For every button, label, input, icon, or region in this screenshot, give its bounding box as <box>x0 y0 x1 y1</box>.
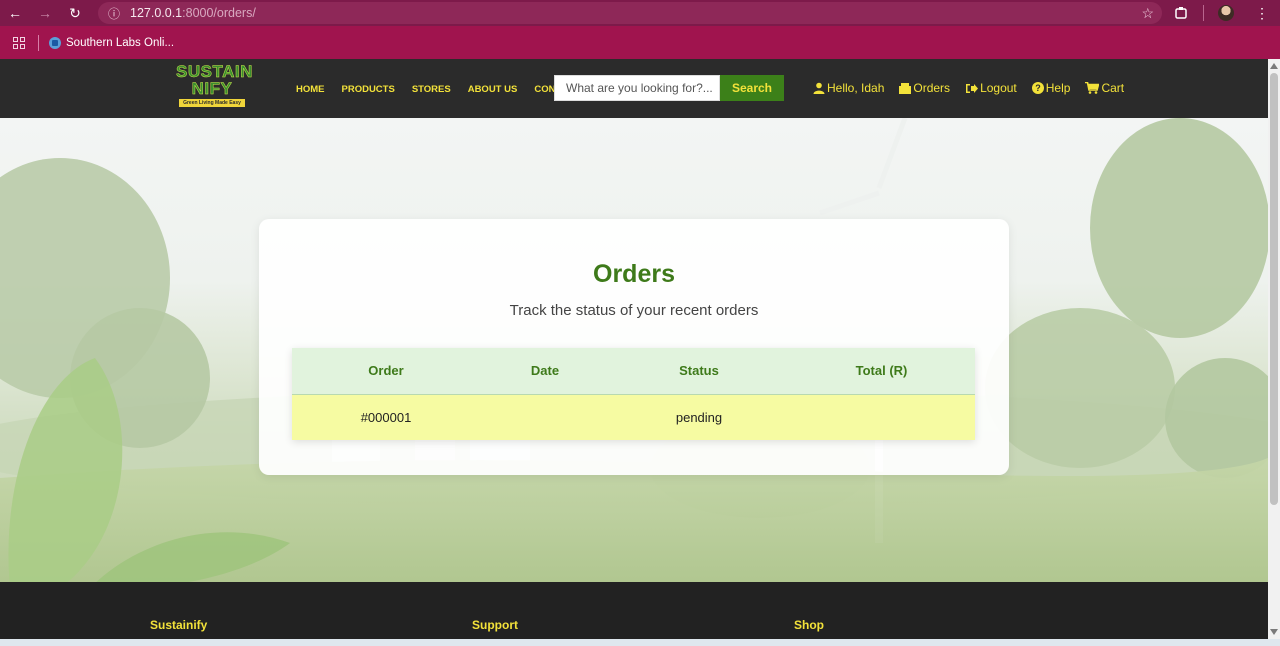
orders-link[interactable]: Orders <box>899 81 950 95</box>
order-status-cell: pending <box>610 394 788 440</box>
user-greeting[interactable]: Hello, Idah <box>813 81 884 95</box>
orders-link-label: Orders <box>913 81 951 95</box>
column-header-date: Date <box>480 348 610 395</box>
hero-background: Orders Track the status of your recent o… <box>0 118 1268 582</box>
apps-icon[interactable] <box>0 36 38 49</box>
address-url: 127.0.0.1:8000/orders/ <box>130 6 256 20</box>
footer-heading-support: Support <box>472 618 518 632</box>
cart-link-label: Cart <box>1101 81 1125 95</box>
user-icon <box>813 82 825 94</box>
logo-text-bottom: NIFY <box>191 79 233 98</box>
table-header-row: Order Date Status Total (R) <box>292 348 975 395</box>
column-header-total: Total (R) <box>788 348 975 395</box>
browser-menu-icon[interactable]: ⋮ <box>1244 5 1280 22</box>
logo-tagline: Green Living Made Easy <box>179 99 245 107</box>
page-scrollbar[interactable] <box>1268 59 1280 639</box>
svg-text:?: ? <box>1035 83 1041 93</box>
order-date-cell <box>480 394 610 440</box>
logout-icon <box>966 83 979 93</box>
profile-avatar[interactable] <box>1208 5 1244 21</box>
browser-toolbar: ← → ↻ ⓘ 127.0.0.1:8000/orders/ ☆ ⋮ <box>0 0 1280 26</box>
footer-heading-shop: Shop <box>794 618 824 632</box>
column-header-status: Status <box>610 348 788 395</box>
toolbar-divider <box>1203 5 1204 21</box>
cart-link[interactable]: Cart <box>1085 81 1124 95</box>
help-link[interactable]: ? Help <box>1031 81 1071 95</box>
nav-about-us[interactable]: ABOUT US <box>468 84 518 95</box>
reload-icon[interactable]: ↻ <box>60 0 90 26</box>
orders-card: Orders Track the status of your recent o… <box>259 219 1009 475</box>
forward-icon[interactable]: → <box>30 0 60 26</box>
back-icon[interactable]: ← <box>0 0 30 26</box>
orders-table: Order Date Status Total (R) #000001 pend… <box>292 348 975 440</box>
bookmarks-bar: Southern Labs Onli... <box>0 26 1280 59</box>
order-number-cell[interactable]: #000001 <box>292 394 480 440</box>
page-subtitle: Track the status of your recent orders <box>509 302 759 319</box>
user-links: Hello, Idah Orders Logout ? Help Cart <box>813 81 1139 95</box>
scroll-down-icon[interactable] <box>1270 629 1278 635</box>
page-viewport: Orders Track the status of your recent o… <box>0 59 1268 639</box>
site-info-icon[interactable]: ⓘ <box>108 5 130 22</box>
scroll-up-icon[interactable] <box>1270 63 1278 69</box>
address-bar[interactable]: ⓘ 127.0.0.1:8000/orders/ ☆ <box>98 2 1162 24</box>
bookmark-label: Southern Labs Onli... <box>66 36 175 49</box>
site-header: SUSTAIN NIFY Green Living Made Easy HOME… <box>0 59 1268 118</box>
logout-link-label: Logout <box>980 81 1017 95</box>
bookmark-star-icon[interactable]: ☆ <box>1141 5 1154 22</box>
help-link-label: Help <box>1045 81 1071 95</box>
order-total-cell <box>788 394 975 440</box>
search-input[interactable] <box>554 75 720 101</box>
greeting-label: Hello, Idah <box>827 81 885 95</box>
logout-link[interactable]: Logout <box>965 81 1017 95</box>
extensions-icon[interactable] <box>1163 6 1199 20</box>
cart-icon <box>1085 82 1100 94</box>
bookmark-favicon-icon <box>49 36 61 49</box>
nav-products[interactable]: PRODUCTS <box>342 84 395 95</box>
search-button[interactable]: Search <box>720 75 784 101</box>
site-footer: Sustainify Support Shop <box>0 582 1268 639</box>
bookmarks-divider <box>38 34 39 51</box>
main-nav: HOME PRODUCTS STORES ABOUT US CONTACT <box>296 84 597 95</box>
box-icon <box>899 82 912 94</box>
nav-stores[interactable]: STORES <box>412 84 451 95</box>
nav-home[interactable]: HOME <box>296 84 325 95</box>
logo-text-top: SUSTAIN <box>176 62 253 81</box>
sustainify-logo[interactable]: SUSTAIN NIFY Green Living Made Easy <box>176 62 253 113</box>
page-title: Orders <box>593 260 675 288</box>
help-icon: ? <box>1031 82 1044 94</box>
table-row[interactable]: #000001 pending <box>292 394 975 440</box>
bookmark-southern-labs[interactable]: Southern Labs Onli... <box>49 36 175 49</box>
footer-heading-sustainify: Sustainify <box>150 618 208 632</box>
taskbar-strip <box>0 639 1280 646</box>
column-header-order: Order <box>292 348 480 395</box>
scrollbar-thumb[interactable] <box>1270 73 1278 505</box>
